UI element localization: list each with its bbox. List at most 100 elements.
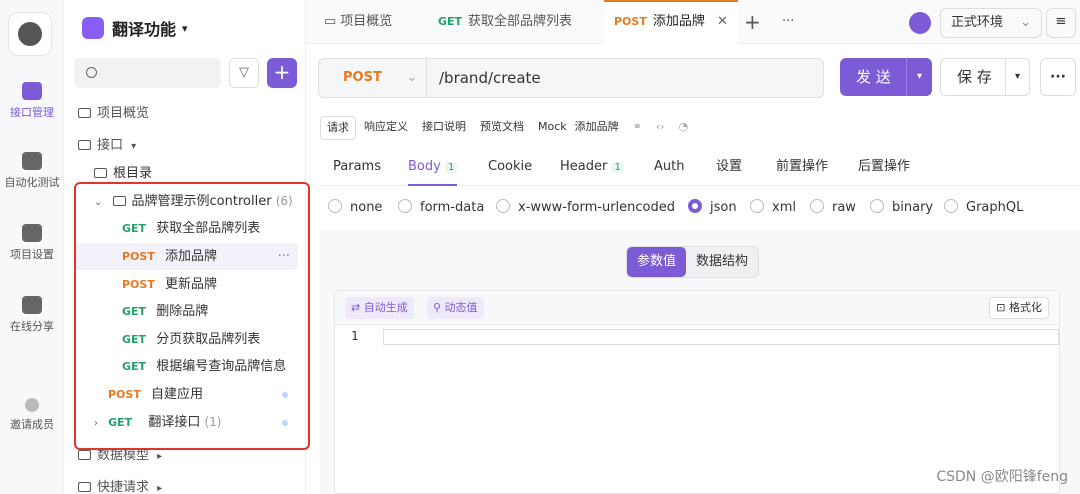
rail-api-management[interactable]: 接口管理 <box>0 82 64 120</box>
filter-icon: ▽ <box>239 65 249 80</box>
more-options-button[interactable]: ··· <box>1040 58 1076 96</box>
radio-json[interactable]: json <box>688 198 737 218</box>
sidebar-item-data-model[interactable]: 数据模型 ▸ <box>74 442 298 469</box>
rail-invite-member[interactable]: 邀请成员 <box>0 398 64 432</box>
more-icon[interactable]: ··· <box>278 243 290 270</box>
tree-count: (1) <box>204 415 222 429</box>
caret-down-icon: ▾ <box>131 141 137 152</box>
app-logo[interactable] <box>8 12 52 56</box>
api-name: 添加品牌 <box>574 120 619 133</box>
rail-label: 项目设置 <box>10 248 54 261</box>
radio-xml[interactable]: xml <box>750 198 796 218</box>
tree-endpoint[interactable]: GET 删除品牌 <box>74 298 298 325</box>
tab-label: Body <box>408 159 441 174</box>
sidebar: 翻译功能 ▾ ▽ + 项目概览 接口 ▾ 根目录 ⌄ 品牌管理示例control… <box>64 0 306 494</box>
tree-endpoint[interactable]: POST 自建应用 <box>74 381 298 408</box>
environment-label: 正式环境 <box>951 15 1004 30</box>
add-button[interactable]: + <box>267 58 297 88</box>
tree-endpoint[interactable]: GET 获取全部品牌列表 <box>74 215 298 242</box>
project-title[interactable]: 翻译功能 ▾ <box>82 16 188 40</box>
auto-generate-button[interactable]: ⇄ 自动生成 <box>345 297 414 319</box>
tab-add-brand[interactable]: POST 添加品牌 ✕ <box>604 0 738 44</box>
radio-label: raw <box>832 200 856 215</box>
tab-overview[interactable]: ▭ 项目概览 <box>314 0 402 44</box>
endpoint-label: 删除品牌 <box>156 304 209 319</box>
json-editor[interactable]: ⇄ 自动生成 ⚲ 动态值 ⊡ 格式化 1 <box>334 290 1060 494</box>
folder-icon <box>112 196 126 206</box>
api-icon <box>78 140 91 150</box>
subtab-preview[interactable]: 预览文档 <box>474 116 530 140</box>
tab-post-processors[interactable]: 后置操作 <box>858 150 910 186</box>
invite-member-icon <box>25 398 39 412</box>
radio-label: none <box>350 200 383 215</box>
url-input[interactable]: /brand/create <box>439 59 541 97</box>
share-icon[interactable]: ◔ <box>673 116 695 140</box>
dynamic-value-button[interactable]: ⚲ 动态值 <box>427 297 484 319</box>
radio-icon <box>944 199 958 213</box>
api-management-icon <box>22 82 42 100</box>
code-icon[interactable]: ‹› <box>650 116 671 140</box>
tab-header[interactable]: Header 1 <box>560 150 624 186</box>
tree-endpoint[interactable]: › GET 翻译接口 (1) <box>74 409 298 436</box>
tab-pre-processors[interactable]: 前置操作 <box>776 150 828 186</box>
send-button[interactable]: 发 送 ▾ <box>840 58 932 96</box>
add-tab-button[interactable]: + <box>734 0 771 44</box>
toggle-values[interactable]: 参数值 <box>627 247 687 277</box>
search-input[interactable] <box>74 58 221 88</box>
method-badge: GET <box>108 416 133 429</box>
radio-none[interactable]: none <box>328 198 382 218</box>
radio-urlencoded[interactable]: x-www-form-urlencoded <box>496 198 675 218</box>
tree-root[interactable]: 根目录 <box>74 160 298 187</box>
rail-automation-test[interactable]: 自动化测试 <box>0 152 64 190</box>
subtab-description[interactable]: 接口说明 <box>416 116 472 140</box>
toggle-schema[interactable]: 数据结构 <box>686 247 758 277</box>
radio-icon <box>870 199 884 213</box>
tab-body[interactable]: Body 1 <box>408 150 458 186</box>
save-button[interactable]: 保 存 ▾ <box>940 58 1030 96</box>
tab-get-brand-list[interactable]: GET 获取全部品牌列表 <box>428 0 582 44</box>
tree-folder[interactable]: ⌄ 品牌管理示例controller (6) <box>74 188 298 215</box>
tree-endpoint-selected[interactable]: POST 添加品牌 ··· <box>74 243 298 270</box>
radio-binary[interactable]: binary <box>870 198 933 218</box>
subtab-response[interactable]: 响应定义 <box>358 116 414 140</box>
environment-select[interactable]: 正式环境 ⌄ <box>940 8 1042 38</box>
tree-endpoint[interactable]: GET 分页获取品牌列表 <box>74 326 298 353</box>
tree-endpoint[interactable]: POST 更新品牌 <box>74 271 298 298</box>
close-icon[interactable]: ✕ <box>717 14 728 29</box>
radio-icon <box>750 199 764 213</box>
tab-params[interactable]: Params <box>333 150 381 186</box>
method-select[interactable]: POST ⌄ <box>319 59 427 97</box>
endpoint-label: 翻译接口 <box>148 415 201 430</box>
subtab-request[interactable]: 请求 <box>320 116 356 140</box>
radio-icon <box>328 199 342 213</box>
icon-rail: 接口管理 自动化测试 项目设置 在线分享 邀请成员 <box>0 0 64 494</box>
endpoint-label: 获取全部品牌列表 <box>156 221 261 236</box>
save-dropdown[interactable]: ▾ <box>1005 59 1029 95</box>
tab-settings[interactable]: 设置 <box>716 150 742 186</box>
tab-auth[interactable]: Auth <box>654 150 684 186</box>
method-badge: GET <box>438 15 463 28</box>
method-badge: GET <box>122 360 147 373</box>
menu-button[interactable]: ≡ <box>1046 8 1076 38</box>
sidebar-item-api[interactable]: 接口 ▾ <box>74 132 298 159</box>
send-dropdown[interactable]: ▾ <box>906 58 932 96</box>
subtab-mock[interactable]: Mock <box>532 116 573 140</box>
format-button[interactable]: ⊡ 格式化 <box>989 297 1049 319</box>
sidebar-item-overview[interactable]: 项目概览 <box>74 100 298 127</box>
link-icon[interactable]: ⚭ <box>627 116 648 140</box>
filter-button[interactable]: ▽ <box>229 58 259 88</box>
environment-icon <box>909 12 931 34</box>
tab-cookie[interactable]: Cookie <box>488 150 532 186</box>
editor-current-line[interactable] <box>383 329 1059 345</box>
radio-selected-icon <box>688 199 702 213</box>
rail-online-share[interactable]: 在线分享 <box>0 296 64 334</box>
method-badge: POST <box>614 15 647 28</box>
sidebar-item-quick-request[interactable]: 快捷请求 ▸ <box>74 474 298 494</box>
tree-endpoint[interactable]: GET 根据编号查询品牌信息 <box>74 353 298 380</box>
method-badge: GET <box>122 333 147 346</box>
radio-raw[interactable]: raw <box>810 198 856 218</box>
radio-graphql[interactable]: GraphQL <box>944 198 1023 218</box>
more-tabs-button[interactable]: ··· <box>772 0 804 44</box>
radio-form-data[interactable]: form-data <box>398 198 484 218</box>
rail-project-settings[interactable]: 项目设置 <box>0 224 64 262</box>
